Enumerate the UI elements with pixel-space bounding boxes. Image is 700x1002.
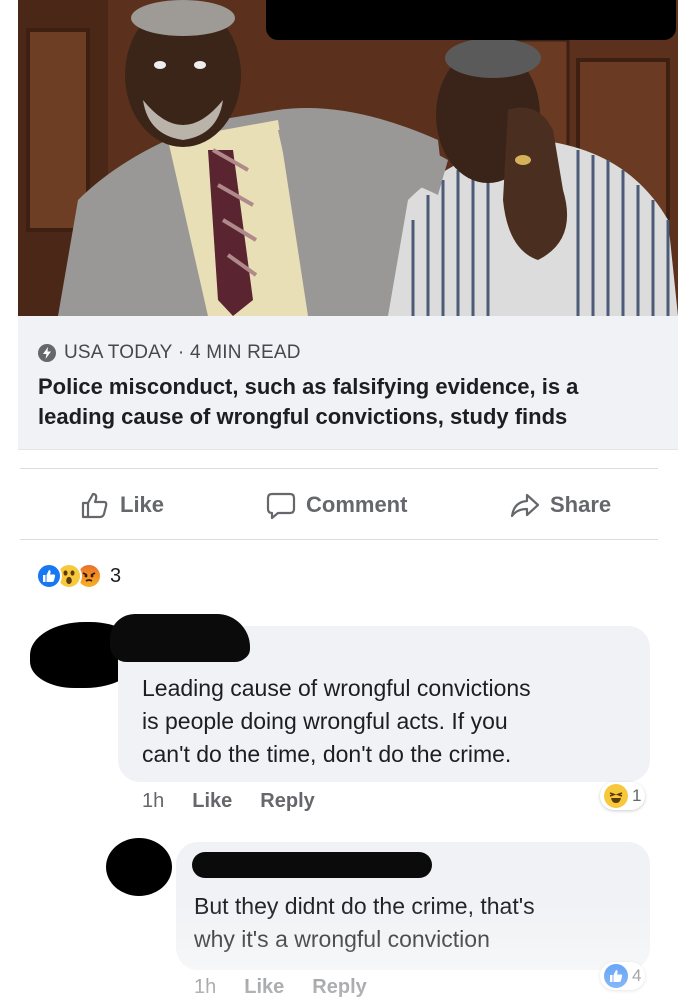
post-action-bar: Like Comment Share <box>20 468 658 540</box>
comment-text: Leading cause of wrongful convictions is… <box>142 672 642 771</box>
comment-meta: 1h Like Reply <box>194 976 367 999</box>
meta-separator: · <box>172 342 190 363</box>
like-label: Like <box>120 492 165 517</box>
comment-bubble-icon <box>266 492 296 520</box>
share-button[interactable]: Share <box>510 487 611 523</box>
haha-icon <box>604 784 628 808</box>
article-meta[interactable]: USA TODAY · 4 MIN READ Police misconduct… <box>18 316 678 450</box>
like-button[interactable]: Like <box>80 487 164 523</box>
link-preview-card[interactable]: USA TODAY · 4 MIN READ Police misconduct… <box>18 0 678 450</box>
avatar <box>106 838 172 896</box>
reaction-count: 3 <box>110 564 122 587</box>
comment-reaction-count: 1 <box>632 786 642 805</box>
comment-line: is people doing wrongful acts. If you <box>142 708 508 734</box>
comment-timestamp: 1h <box>194 976 217 998</box>
comment-meta: 1h Like Reply <box>142 790 315 813</box>
source-line: USA TODAY · 4 MIN READ <box>38 342 301 364</box>
comment-line: why it's a wrongful conviction <box>194 926 490 952</box>
share-arrow-icon <box>510 493 540 518</box>
bolt-icon <box>38 344 56 362</box>
comment-reaction-count: 4 <box>632 966 642 985</box>
share-label: Share <box>550 492 612 517</box>
comment-label: Comment <box>306 492 408 517</box>
comment-text: But they didnt do the crime, that's why … <box>194 890 644 956</box>
comment-reply-link[interactable]: Reply <box>260 790 314 813</box>
comment-line: Leading cause of wrongful convictions <box>142 675 531 701</box>
like-icon <box>604 964 628 988</box>
comment-timestamp: 1h <box>142 790 165 812</box>
thumbs-up-icon <box>81 492 108 519</box>
comment-reaction-badge[interactable]: 4 <box>600 962 646 990</box>
comment-button[interactable]: Comment <box>266 487 407 523</box>
article-headline[interactable]: Police misconduct, such as falsifying ev… <box>38 372 658 432</box>
comment-reaction-badge[interactable]: 1 <box>600 782 646 810</box>
comment-line: But they didnt do the crime, that's <box>194 893 535 919</box>
reactions-summary[interactable]: 3 <box>36 562 121 590</box>
article-photo-illustration <box>18 0 678 316</box>
author-name-redaction-tail <box>150 638 250 660</box>
like-icon <box>36 563 62 589</box>
source-name: USA TODAY <box>64 342 173 363</box>
read-time: 4 MIN READ <box>189 342 301 363</box>
article-photo <box>18 0 678 316</box>
comment-like-link[interactable]: Like <box>192 790 232 813</box>
redaction-bar <box>266 0 676 40</box>
comment-line: can't do the time, don't do the crime. <box>142 741 512 767</box>
comment-reply-link[interactable]: Reply <box>312 976 366 999</box>
author-name-redaction <box>192 852 432 878</box>
comment-like-link[interactable]: Like <box>244 976 284 999</box>
